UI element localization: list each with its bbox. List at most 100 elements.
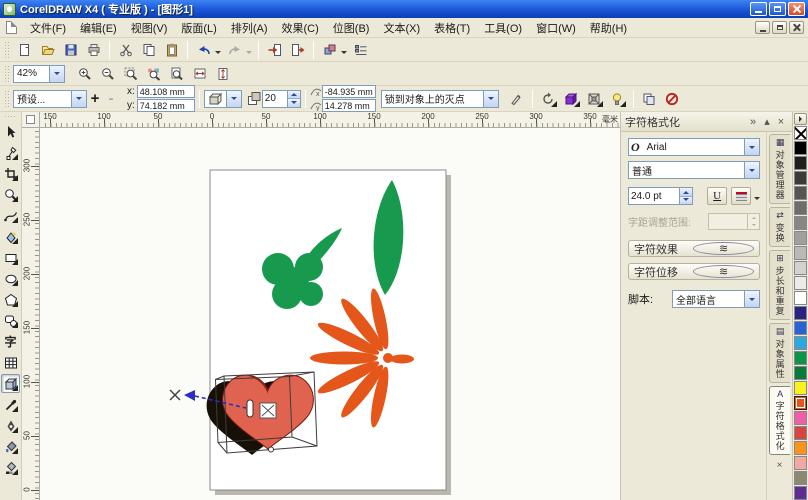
- docker-tab-4[interactable]: ▤ 对象属性: [769, 322, 791, 383]
- smart-fill-tool[interactable]: [1, 227, 20, 246]
- options-button[interactable]: [350, 40, 371, 60]
- docker-tab-1[interactable]: ▦ 对象管理器: [769, 134, 791, 204]
- palette-swatch-none[interactable]: [794, 125, 807, 140]
- shape-tool[interactable]: [1, 143, 20, 162]
- freehand-tool[interactable]: [1, 206, 20, 225]
- table-tool[interactable]: [1, 353, 20, 372]
- crop-tool[interactable]: [1, 164, 20, 183]
- palette-swatch[interactable]: [794, 425, 807, 440]
- vanishing-point-x-field[interactable]: -84.935 mm: [321, 85, 376, 98]
- palette-swatch[interactable]: [794, 365, 807, 380]
- palette-swatch[interactable]: [794, 275, 807, 290]
- clear-extrude-button[interactable]: [662, 89, 683, 109]
- zoom-out-button[interactable]: [97, 64, 118, 84]
- underline-button[interactable]: U: [707, 187, 728, 205]
- launcher-dropdown-arrow[interactable]: [341, 50, 347, 57]
- font-style-combo[interactable]: 普通: [628, 161, 761, 179]
- docker-collapse-button[interactable]: ▴: [760, 115, 774, 129]
- palette-swatch[interactable]: [794, 290, 807, 305]
- vanishing-point-y-field[interactable]: 14.278 mm: [321, 99, 376, 112]
- zoom-page-width-button[interactable]: [189, 64, 210, 84]
- zoom-selected-button[interactable]: [120, 64, 141, 84]
- new-button[interactable]: [14, 40, 35, 60]
- docker-tabs-close-button[interactable]: ×: [773, 458, 787, 472]
- fill-tool[interactable]: [1, 437, 20, 456]
- toolbar-grip[interactable]: [4, 89, 9, 108]
- extrusion-type-combo[interactable]: [203, 89, 242, 108]
- doc-restore-button[interactable]: [772, 21, 787, 34]
- palette-swatch[interactable]: [794, 335, 807, 350]
- import-button[interactable]: [264, 40, 285, 60]
- palette-swatch[interactable]: [794, 185, 807, 200]
- rectangle-tool[interactable]: [1, 248, 20, 267]
- character-shift-section[interactable]: 字符位移 ≋: [628, 263, 761, 280]
- eyedropper-tool[interactable]: [1, 395, 20, 414]
- minimize-button[interactable]: [750, 2, 767, 16]
- palette-swatch[interactable]: [794, 380, 807, 395]
- palette-swatch[interactable]: [794, 395, 807, 410]
- menu-item-layout[interactable]: 版面(L): [174, 18, 223, 38]
- x-position-field[interactable]: 48.108 mm: [136, 85, 195, 98]
- preset-combo-arrow[interactable]: [71, 90, 86, 107]
- palette-swatch[interactable]: [794, 215, 807, 230]
- undo-button[interactable]: [193, 40, 214, 60]
- docker-tab-2[interactable]: ⇄ 变换: [769, 206, 791, 247]
- palette-swatch[interactable]: [794, 485, 807, 500]
- export-button[interactable]: [287, 40, 308, 60]
- preset-add-button[interactable]: +: [87, 90, 103, 107]
- extrusion-depth-field[interactable]: 20: [261, 89, 288, 108]
- docker-tab-5[interactable]: A 字符格式化: [769, 385, 791, 456]
- menu-item-file[interactable]: 文件(F): [23, 18, 73, 38]
- menu-item-view[interactable]: 视图(V): [124, 18, 175, 38]
- menu-item-window[interactable]: 窗口(W): [529, 18, 583, 38]
- docker-flyout-button[interactable]: »: [746, 115, 760, 129]
- interactive-fill-tool[interactable]: [1, 458, 20, 477]
- extrude-center-handle[interactable]: [259, 402, 277, 419]
- palette-swatch[interactable]: [794, 230, 807, 245]
- application-launcher-button[interactable]: [319, 40, 340, 60]
- docker-close-button[interactable]: ×: [774, 115, 788, 129]
- palette-swatch[interactable]: [794, 470, 807, 485]
- palette-swatch[interactable]: [794, 155, 807, 170]
- extrude-lighting-button[interactable]: [607, 89, 628, 109]
- zoom-level-combo[interactable]: 42%: [13, 64, 65, 83]
- toolbox-grip[interactable]: [4, 115, 17, 119]
- doc-close-button[interactable]: [789, 21, 804, 34]
- paste-button[interactable]: [161, 40, 182, 60]
- palette-swatch[interactable]: [794, 410, 807, 425]
- extrude-bevel-button[interactable]: [584, 89, 605, 109]
- toolbar-grip[interactable]: [4, 65, 9, 82]
- font-combo-arrow[interactable]: [744, 139, 760, 155]
- palette-swatch[interactable]: [794, 455, 807, 470]
- text-tool[interactable]: 字: [1, 332, 20, 351]
- extrude-rotation-button[interactable]: [538, 89, 559, 109]
- outline-pen-tool[interactable]: [1, 416, 20, 435]
- interactive-extrude-tool[interactable]: [1, 374, 20, 393]
- zoom-in-button[interactable]: [74, 64, 95, 84]
- extrusion-combo-arrow[interactable]: [225, 90, 241, 107]
- font-size-spinner[interactable]: [680, 187, 693, 205]
- v-ruler[interactable]: 300 250 200 150 100 50 0: [22, 128, 40, 500]
- toolbar-grip[interactable]: [4, 41, 9, 58]
- preset-combo[interactable]: 预设...: [13, 89, 87, 108]
- docker-tab-3[interactable]: ⊞ 步长和重复: [769, 249, 791, 320]
- vp-properties-button[interactable]: [506, 89, 527, 109]
- palette-swatch[interactable]: [794, 170, 807, 185]
- character-options-dropdown[interactable]: [754, 197, 761, 203]
- vp-mode-combo-arrow[interactable]: [482, 90, 498, 107]
- restore-button[interactable]: [769, 2, 786, 16]
- drawing-canvas[interactable]: [40, 128, 620, 500]
- palette-swatch[interactable]: [794, 320, 807, 335]
- wireframe-node[interactable]: [268, 446, 274, 453]
- y-position-field[interactable]: 74.182 mm: [136, 99, 195, 112]
- zoom-combo-arrow[interactable]: [49, 65, 64, 82]
- palette-swatch[interactable]: [794, 260, 807, 275]
- cut-button[interactable]: [115, 40, 136, 60]
- print-button[interactable]: [83, 40, 104, 60]
- depth-spinner[interactable]: [287, 89, 301, 108]
- undo-dropdown-arrow[interactable]: [215, 50, 221, 57]
- pick-tool[interactable]: [1, 122, 20, 141]
- script-combo-arrow[interactable]: [744, 291, 760, 307]
- palette-flyout-button[interactable]: [794, 113, 807, 125]
- menu-item-arrange[interactable]: 排列(A): [224, 18, 275, 38]
